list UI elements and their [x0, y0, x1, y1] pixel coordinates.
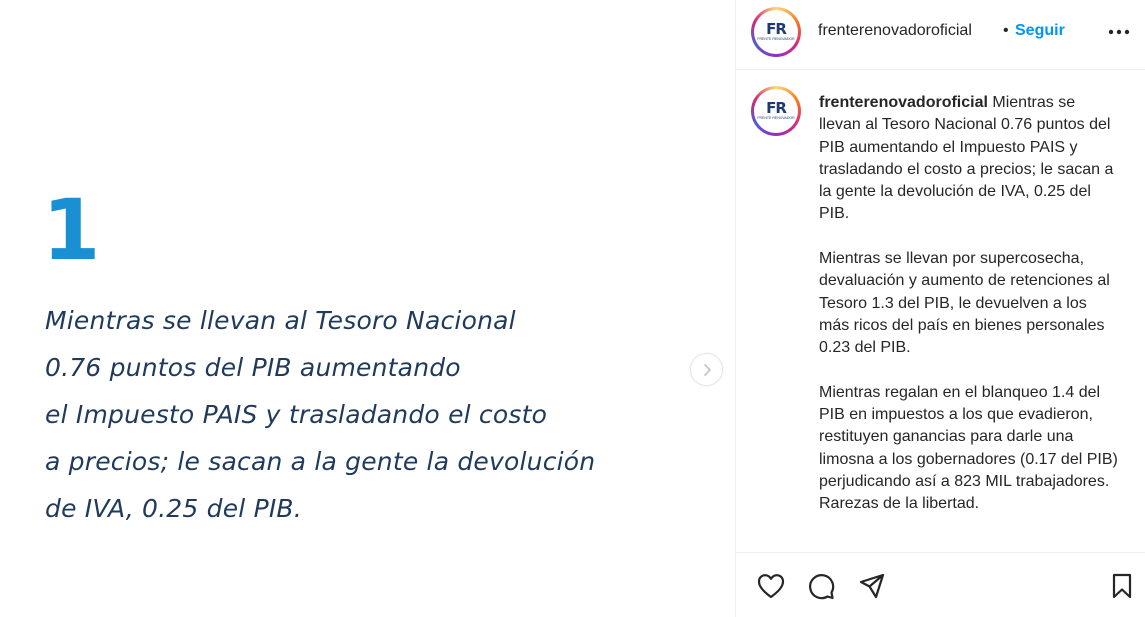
avatar-image: FR FRENTE RENOVADOR	[754, 10, 798, 54]
slide-text: Mientras se llevan al Tesoro Nacional 0.…	[45, 297, 645, 532]
slide-number: 1	[42, 181, 101, 279]
follow-button[interactable]: Seguir	[1015, 22, 1065, 40]
caption-text: Mientras se llevan al Tesoro Nacional 0.…	[819, 94, 1114, 223]
caption-area: FR FRENTE RENOVADOR frenterenovadorofici…	[736, 71, 1145, 552]
more-options-button[interactable]	[1105, 22, 1133, 42]
avatar[interactable]: FR FRENTE RENOVADOR	[751, 7, 801, 57]
next-slide-button[interactable]	[690, 353, 723, 386]
slide-text-line: a precios; le sacan a la gente la devolu…	[45, 447, 596, 476]
comment-button[interactable]	[806, 571, 836, 601]
post-header: FR FRENTE RENOVADOR frenterenovadorofici…	[736, 0, 1145, 70]
heart-icon	[757, 574, 785, 599]
comment-icon	[809, 574, 835, 600]
slide-text-line: de IVA, 0.25 del PIB.	[45, 494, 302, 523]
bookmark-icon	[1112, 573, 1132, 599]
like-button[interactable]	[756, 571, 786, 601]
caption-paragraph: Mientras se llevan por supercosecha, dev…	[819, 250, 1110, 357]
caption-username[interactable]: frenterenovadoroficial	[819, 94, 988, 111]
post-media: 1 Mientras se llevan al Tesoro Nacional …	[0, 0, 735, 617]
caption-paragraph: Rarezas de la libertad.	[819, 495, 980, 513]
chevron-right-icon	[703, 363, 711, 376]
username-link[interactable]: frenterenovadoroficial	[818, 22, 972, 40]
avatar-subtitle: FRENTE RENOVADOR	[757, 37, 795, 42]
avatar-logo: FR	[766, 20, 787, 39]
share-icon	[859, 573, 885, 599]
save-button[interactable]	[1107, 571, 1137, 601]
separator-dot: •	[1003, 22, 1009, 39]
avatar-image: FR FRENTE RENOVADOR	[754, 89, 798, 133]
post-side-panel: FR FRENTE RENOVADOR frenterenovadorofici…	[735, 0, 1145, 617]
share-button[interactable]	[857, 571, 887, 601]
caption-paragraph: Mientras regalan en el blanqueo 1.4 del …	[819, 383, 1118, 491]
avatar-subtitle: FRENTE RENOVADOR	[757, 116, 795, 121]
slide-text-line: 0.76 puntos del PIB aumentando	[45, 353, 461, 382]
more-horizontal-icon	[1108, 29, 1130, 35]
caption-paragraph: frenterenovadoroficial Mientras se lleva…	[819, 92, 1119, 226]
post-caption: frenterenovadoroficial Mientras se lleva…	[819, 92, 1119, 516]
avatar-logo: FR	[766, 99, 787, 118]
post-actions	[736, 552, 1145, 617]
slide-text-line: Mientras se llevan al Tesoro Nacional	[45, 306, 516, 335]
caption-avatar[interactable]: FR FRENTE RENOVADOR	[751, 86, 801, 136]
slide-text-line: el Impuesto PAIS y trasladando el costo	[45, 400, 548, 429]
